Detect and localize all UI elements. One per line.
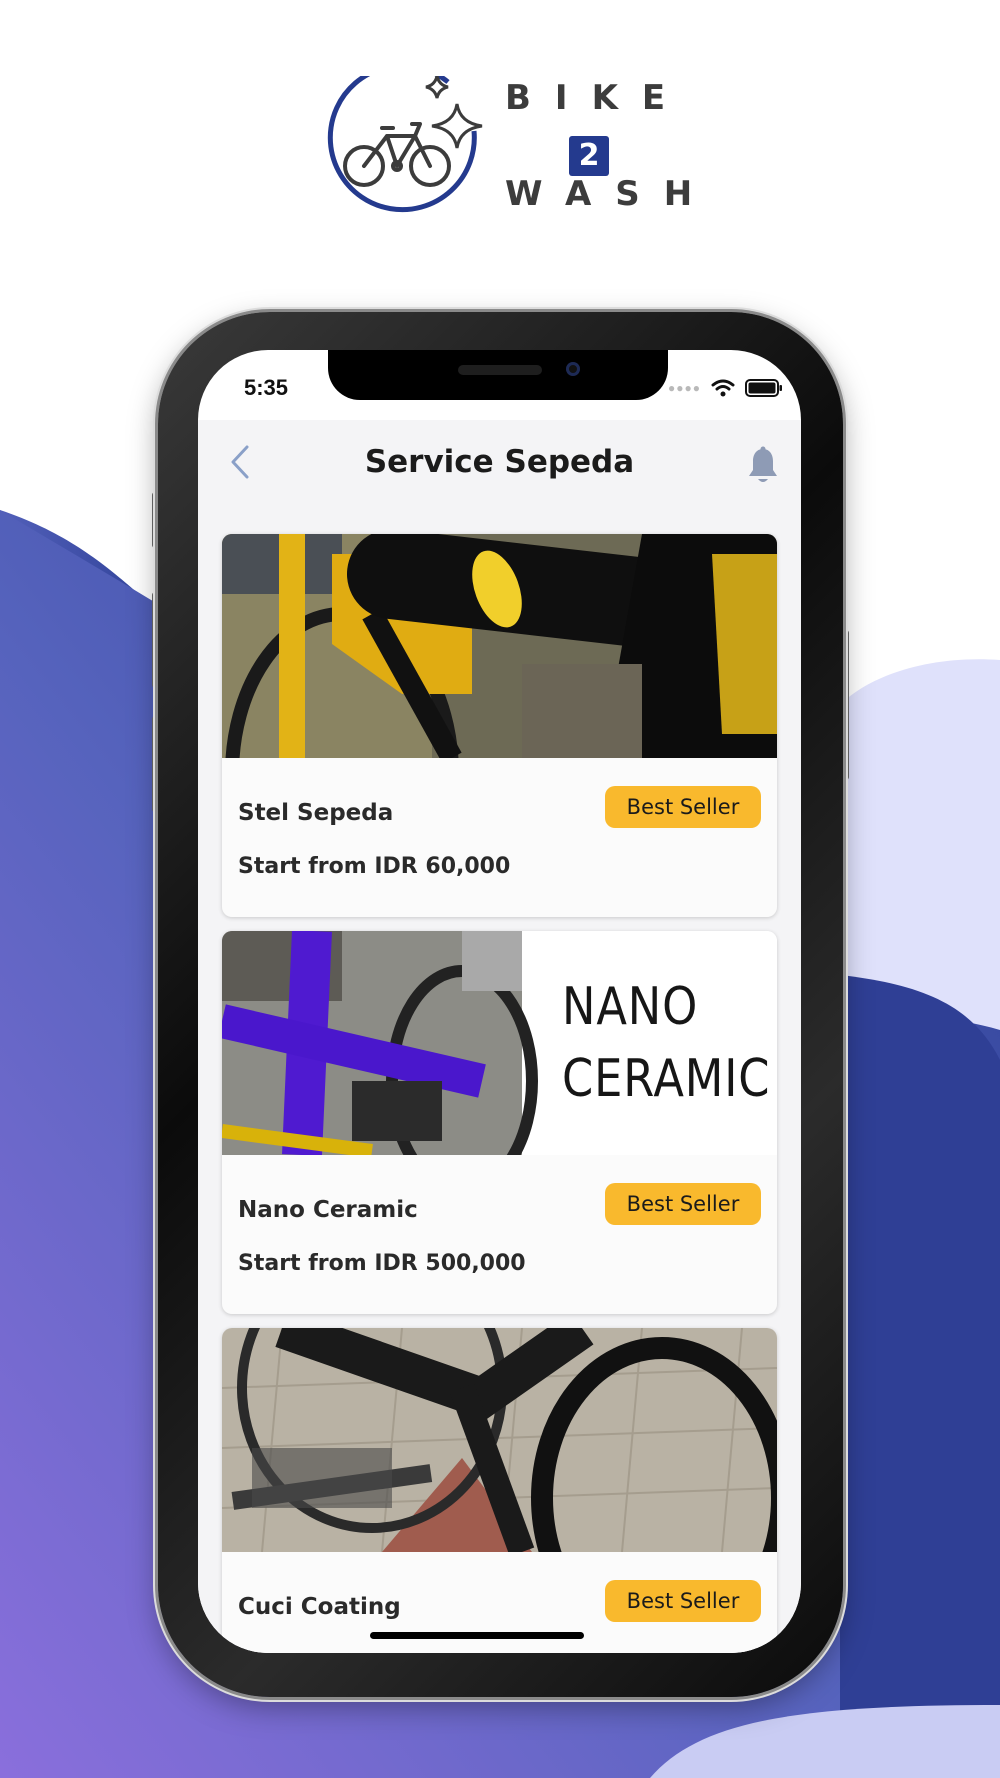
- service-card-nano-ceramic[interactable]: NANO CERAMIC Nano Ceramic Start from IDR…: [222, 931, 777, 1314]
- service-image-stel-sepeda: [222, 534, 777, 758]
- app-content: Service Sepeda Stel Sepeda Start from ID…: [198, 420, 801, 1653]
- wifi-icon: [711, 379, 735, 397]
- service-name: Stel Sepeda: [238, 800, 394, 826]
- status-time: 5:35: [244, 375, 289, 400]
- battery-icon: [745, 379, 782, 397]
- brand-line-1: BIKE: [505, 78, 690, 118]
- service-card-stel-sepeda[interactable]: Stel Sepeda Start from IDR 60,000 Best S…: [222, 534, 777, 917]
- service-name: Nano Ceramic: [238, 1197, 418, 1223]
- brand-line-3: WASH: [505, 174, 717, 214]
- brand-number-badge: 2: [569, 136, 609, 176]
- phone-power-button: [842, 630, 849, 780]
- service-price: Start from IDR 60,000: [238, 854, 511, 879]
- front-camera: [566, 362, 580, 376]
- home-indicator[interactable]: [370, 1632, 584, 1639]
- service-price: Start from IDR 500,000: [238, 1251, 526, 1276]
- service-image-cuci-coating: [222, 1328, 777, 1552]
- notification-button[interactable]: [743, 444, 783, 488]
- bell-icon: [749, 446, 777, 482]
- phone-screen: 5:35 ●●●● Service Sepeda Stel Sepeda Sta…: [198, 350, 801, 1653]
- speaker-grille: [458, 365, 542, 375]
- service-list: Stel Sepeda Start from IDR 60,000 Best S…: [222, 534, 777, 1653]
- phone-notch: [328, 350, 668, 400]
- cellular-dots-icon: ●●●●: [668, 381, 701, 395]
- best-seller-badge[interactable]: Best Seller: [605, 786, 761, 828]
- best-seller-badge[interactable]: Best Seller: [605, 1580, 761, 1622]
- image-text-line-1: NANO: [562, 977, 699, 1037]
- best-seller-badge[interactable]: Best Seller: [605, 1183, 761, 1225]
- navigation-bar: Service Sepeda: [198, 420, 801, 500]
- bicycle-icon: [343, 122, 451, 187]
- brand-wordmark: BIKE 2 WASH: [505, 78, 717, 214]
- page-title: Service Sepeda: [364, 444, 635, 480]
- image-text-line-2: CERAMIC: [562, 1049, 771, 1109]
- service-card-cuci-coating[interactable]: Cuci Coating Best Seller: [222, 1328, 777, 1653]
- nano-ceramic-image-text: NANO CERAMIC: [562, 971, 770, 1115]
- status-icons: ●●●●: [668, 378, 783, 398]
- service-name: Cuci Coating: [238, 1594, 401, 1620]
- service-image-nano-ceramic: NANO CERAMIC: [222, 931, 777, 1155]
